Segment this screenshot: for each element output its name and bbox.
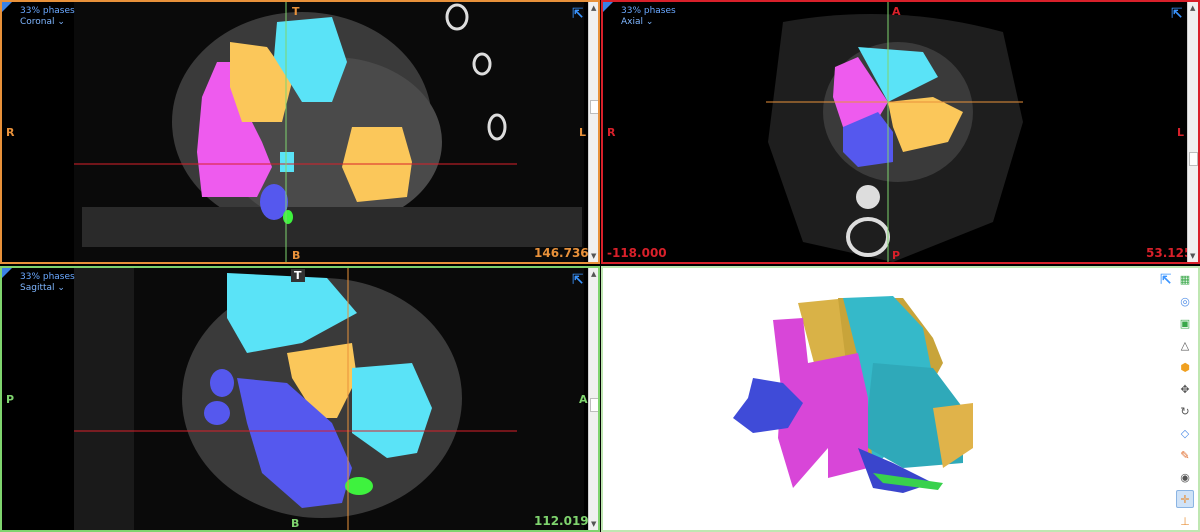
orientation-left: R [6, 126, 15, 139]
viewport-corner-marker [2, 2, 12, 12]
crosshair-icon[interactable]: ✛ [1176, 490, 1194, 508]
viewport-corner-marker [603, 2, 613, 12]
coronal-scrollbar[interactable]: ▲ ▼ [588, 2, 598, 262]
scroll-thumb[interactable] [1189, 152, 1198, 166]
orientation-bottom: P [892, 249, 901, 262]
scroll-up-icon[interactable]: ▲ [591, 4, 596, 12]
rotate-icon[interactable]: ↻ [1176, 402, 1194, 420]
coronal-title[interactable]: 33% phases Coronal ⌄ [20, 6, 75, 28]
grid-icon[interactable]: ▦ [1176, 270, 1194, 288]
sagittal-image [74, 268, 584, 530]
axial-image [766, 2, 1023, 262]
orientation-top: T [292, 5, 300, 18]
slice-position: 53.125 [1146, 246, 1193, 260]
sagittal-viewport[interactable]: 33% phases Sagittal ⌄ ⇱ T B P A 112.0196 … [0, 266, 600, 532]
move-icon[interactable]: ✥ [1176, 380, 1194, 398]
scroll-up-icon[interactable]: ▲ [1190, 4, 1195, 12]
scroll-down-icon[interactable]: ▼ [1190, 252, 1195, 260]
expand-icon[interactable]: ⇱ [572, 6, 584, 22]
scroll-thumb[interactable] [590, 398, 598, 412]
fill-icon[interactable]: ▣ [1176, 314, 1194, 332]
scroll-down-icon[interactable]: ▼ [591, 252, 596, 260]
axial-title[interactable]: 33% phases Axial ⌄ [621, 6, 676, 28]
orientation-top: A [892, 5, 901, 18]
paint-icon[interactable]: ✎ [1176, 446, 1194, 464]
scroll-down-icon[interactable]: ▼ [591, 520, 596, 528]
eye-icon[interactable]: ◉ [1176, 468, 1194, 486]
orientation-bottom: B [292, 249, 301, 262]
cube-color-icon[interactable]: ⬢ [1176, 358, 1194, 376]
scroll-up-icon[interactable]: ▲ [591, 270, 596, 278]
coronal-image [74, 2, 584, 262]
3d-render [733, 296, 973, 493]
expand-icon[interactable]: ⇱ [1160, 272, 1172, 288]
orientation-left: R [607, 126, 616, 139]
axial-viewport[interactable]: 33% phases Axial ⌄ ⇱ A P R L -118.000 53.… [601, 0, 1200, 264]
coronal-viewport[interactable]: 33% phases Coronal ⌄ ⇱ T B R L 146.7365 ▲… [0, 0, 600, 264]
sagittal-scrollbar[interactable]: ▲ ▼ [588, 268, 598, 530]
3d-viewport[interactable]: ⇱ ▦ ◎ ▣ △ ⬢ ✥ ↻ ◇ ✎ ◉ ✛ ⊥ ◐ [601, 266, 1200, 532]
viewport-corner-marker [2, 268, 12, 278]
sagittal-title[interactable]: 33% phases Sagittal ⌄ [20, 272, 75, 294]
orientation-top: T [291, 269, 305, 282]
window-level-value: -118.000 [607, 246, 667, 260]
expand-icon[interactable]: ⇱ [572, 272, 584, 288]
axial-scrollbar[interactable]: ▲ ▼ [1187, 2, 1198, 262]
expand-icon[interactable]: ⇱ [1171, 6, 1183, 22]
3d-toolbar: ▦ ◎ ▣ △ ⬢ ✥ ↻ ◇ ✎ ◉ ✛ ⊥ ◐ [1176, 270, 1196, 530]
cube-icon[interactable]: ◇ [1176, 424, 1194, 442]
orientation-left: P [6, 393, 15, 406]
orientation-right: L [1177, 126, 1185, 139]
measure-icon[interactable]: ⊥ [1176, 512, 1194, 530]
orientation-right: L [579, 126, 587, 139]
scroll-thumb[interactable] [590, 100, 598, 114]
overlay-icon[interactable]: ◎ [1176, 292, 1194, 310]
triangle-icon[interactable]: △ [1176, 336, 1194, 354]
orientation-right: A [579, 393, 588, 406]
orientation-bottom: B [291, 517, 300, 530]
